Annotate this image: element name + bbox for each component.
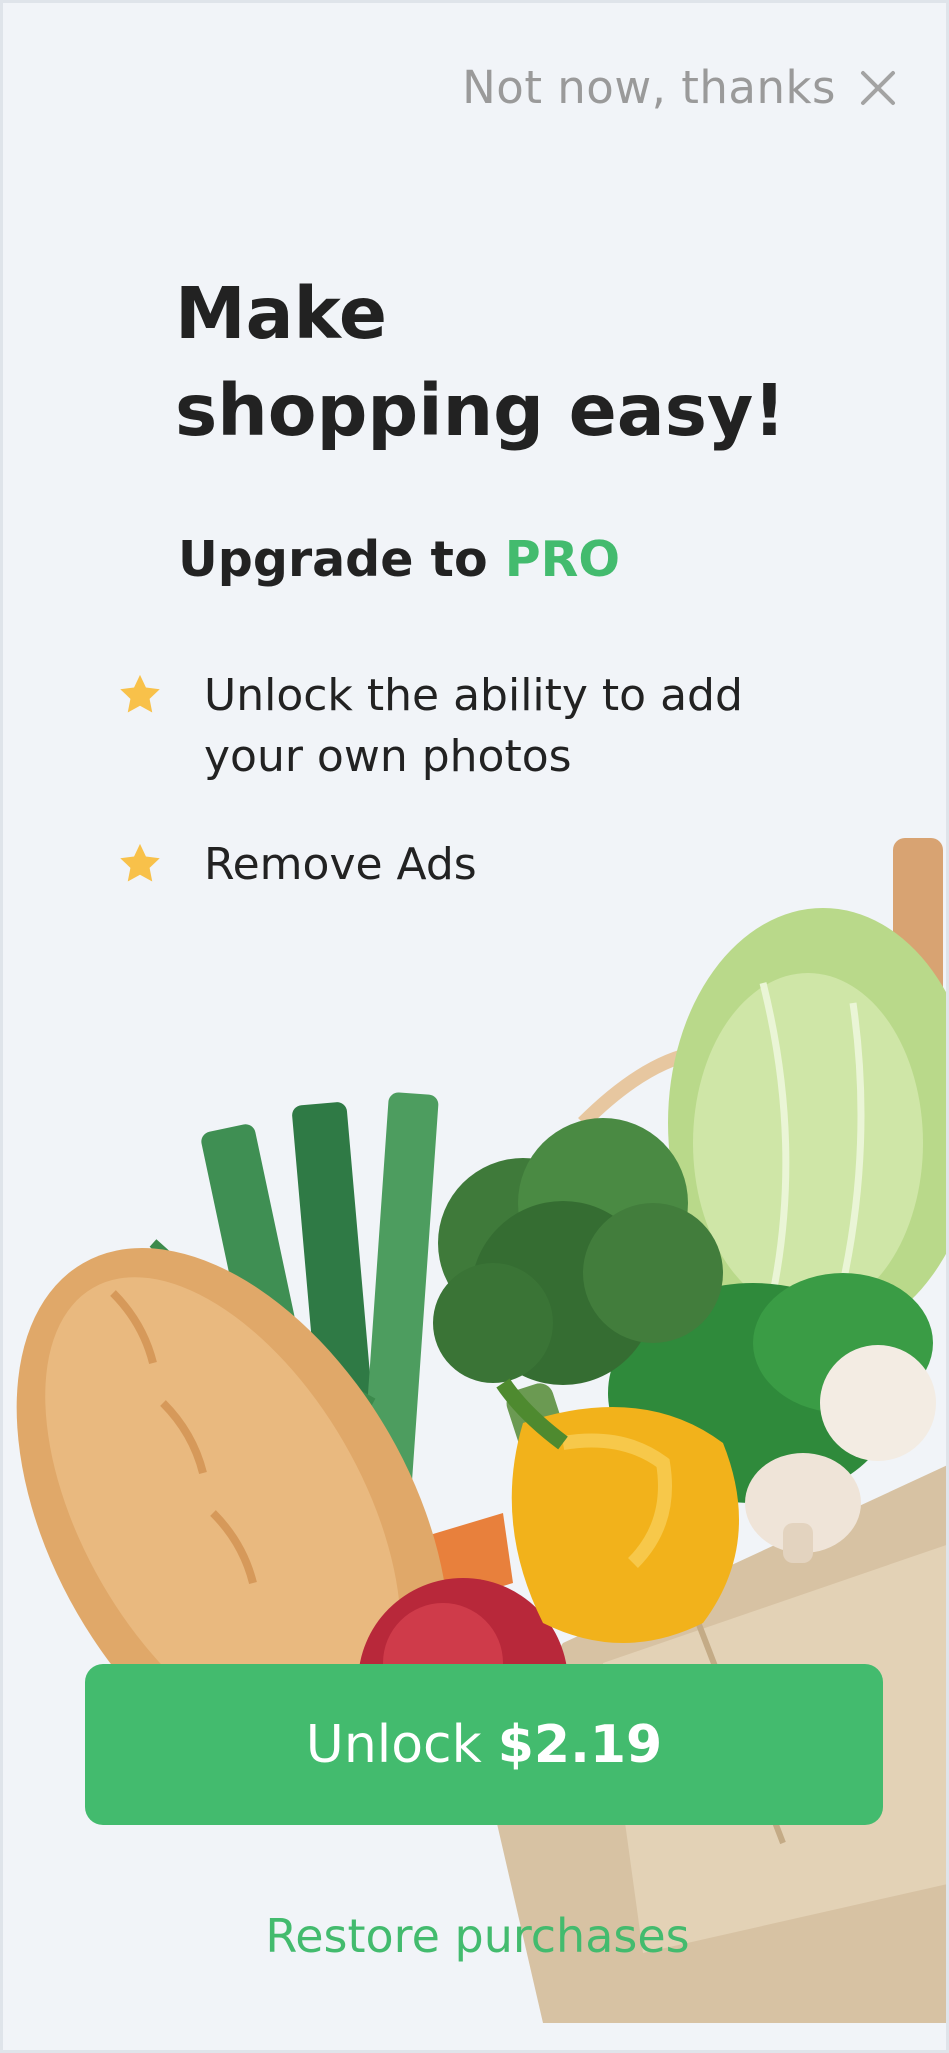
star-icon bbox=[120, 674, 160, 713]
unlock-button[interactable]: Unlock $2.19 bbox=[85, 1664, 883, 1825]
paywall-screen: Not now, thanks Make shopping easy! Upgr… bbox=[0, 0, 949, 2053]
upgrade-prefix: Upgrade to bbox=[178, 531, 505, 588]
feature-text: Unlock the ability to add your own photo… bbox=[204, 665, 743, 787]
price-label: $2.19 bbox=[497, 1714, 663, 1775]
feature-text-line-1: Unlock the ability to add bbox=[204, 670, 743, 721]
pro-label: PRO bbox=[504, 531, 620, 588]
feature-item: Unlock the ability to add your own photo… bbox=[117, 665, 837, 787]
dismiss-button[interactable]: Not now, thanks bbox=[462, 61, 898, 114]
feature-text-line-2: your own photos bbox=[204, 731, 572, 782]
close-icon[interactable] bbox=[858, 68, 898, 108]
headline-line-2: shopping easy! bbox=[175, 369, 786, 452]
unlock-label: Unlock bbox=[305, 1714, 482, 1775]
headline: Make shopping easy! bbox=[175, 265, 786, 459]
grocery-bag-image bbox=[16, 838, 946, 2023]
headline-line-1: Make bbox=[175, 272, 388, 355]
dismiss-label: Not now, thanks bbox=[462, 61, 836, 114]
restore-purchases-link[interactable]: Restore purchases bbox=[3, 1909, 946, 1963]
upgrade-heading: Upgrade to PRO bbox=[178, 531, 620, 588]
